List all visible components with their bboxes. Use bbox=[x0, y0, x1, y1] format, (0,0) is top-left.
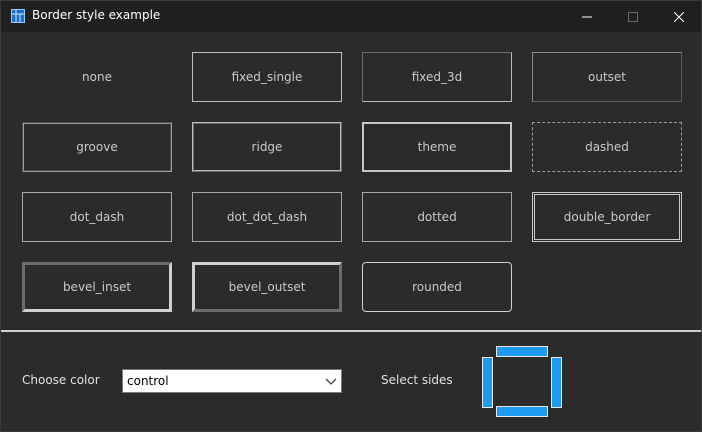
border-theme-button[interactable]: theme bbox=[362, 122, 512, 172]
border-fixed-single-button[interactable]: fixed_single bbox=[192, 52, 342, 102]
border-dot-dot-dash-button[interactable]: dot_dot_dash bbox=[192, 192, 342, 242]
window-title: Border style example bbox=[32, 8, 161, 22]
side-left-toggle[interactable] bbox=[482, 357, 493, 408]
border-rounded-button[interactable]: rounded bbox=[362, 262, 512, 312]
button-label: fixed_3d bbox=[411, 70, 463, 84]
button-label: dot_dash bbox=[69, 210, 125, 224]
button-label: dot_dot_dash bbox=[226, 210, 308, 224]
chevron-down-icon bbox=[325, 378, 337, 385]
maximize-icon bbox=[628, 11, 638, 22]
button-label: dashed bbox=[585, 140, 629, 154]
select-sides-label: Select sides bbox=[381, 373, 453, 387]
button-label: theme bbox=[417, 140, 457, 154]
button-label: none bbox=[82, 70, 112, 84]
sides-selector bbox=[479, 345, 565, 417]
button-label: dotted bbox=[417, 210, 457, 224]
side-top-toggle[interactable] bbox=[496, 346, 548, 357]
border-dashed-button[interactable]: dashed bbox=[532, 122, 682, 172]
side-right-toggle[interactable] bbox=[551, 357, 562, 408]
border-outset-button[interactable]: outset bbox=[532, 52, 682, 102]
button-label: bevel_outset bbox=[228, 280, 306, 294]
button-label: ridge bbox=[251, 140, 283, 154]
border-groove-button[interactable]: groove bbox=[22, 122, 172, 172]
border-bevel-outset-button[interactable]: bevel_outset bbox=[192, 262, 342, 312]
title-bar[interactable]: Border style example bbox=[1, 1, 701, 32]
color-select-value: control bbox=[127, 374, 169, 388]
border-ridge-button[interactable]: ridge bbox=[192, 122, 342, 172]
minimize-icon bbox=[582, 16, 592, 17]
button-label: groove bbox=[76, 140, 118, 154]
button-label: fixed_single bbox=[231, 70, 303, 84]
choose-color-label: Choose color bbox=[22, 373, 100, 387]
side-bottom-toggle[interactable] bbox=[496, 406, 548, 417]
window-app-icon bbox=[11, 9, 25, 23]
separator bbox=[1, 330, 701, 332]
close-button[interactable] bbox=[656, 1, 702, 32]
border-none-button[interactable]: none bbox=[22, 52, 172, 102]
button-label: double_border bbox=[563, 210, 651, 224]
border-fixed-3d-button[interactable]: fixed_3d bbox=[362, 52, 512, 102]
button-label: bevel_inset bbox=[62, 280, 132, 294]
maximize-button[interactable] bbox=[610, 1, 656, 32]
border-dotted-button[interactable]: dotted bbox=[362, 192, 512, 242]
border-bevel-inset-button[interactable]: bevel_inset bbox=[22, 262, 172, 312]
color-select[interactable]: control bbox=[122, 369, 342, 393]
close-icon bbox=[674, 11, 684, 22]
border-double-button[interactable]: double_border bbox=[532, 192, 682, 242]
minimize-button[interactable] bbox=[564, 1, 610, 32]
button-label: rounded bbox=[412, 280, 462, 294]
button-label: outset bbox=[588, 70, 626, 84]
border-dot-dash-button[interactable]: dot_dash bbox=[22, 192, 172, 242]
main-window: Border style example none fixed_single f… bbox=[0, 0, 702, 432]
